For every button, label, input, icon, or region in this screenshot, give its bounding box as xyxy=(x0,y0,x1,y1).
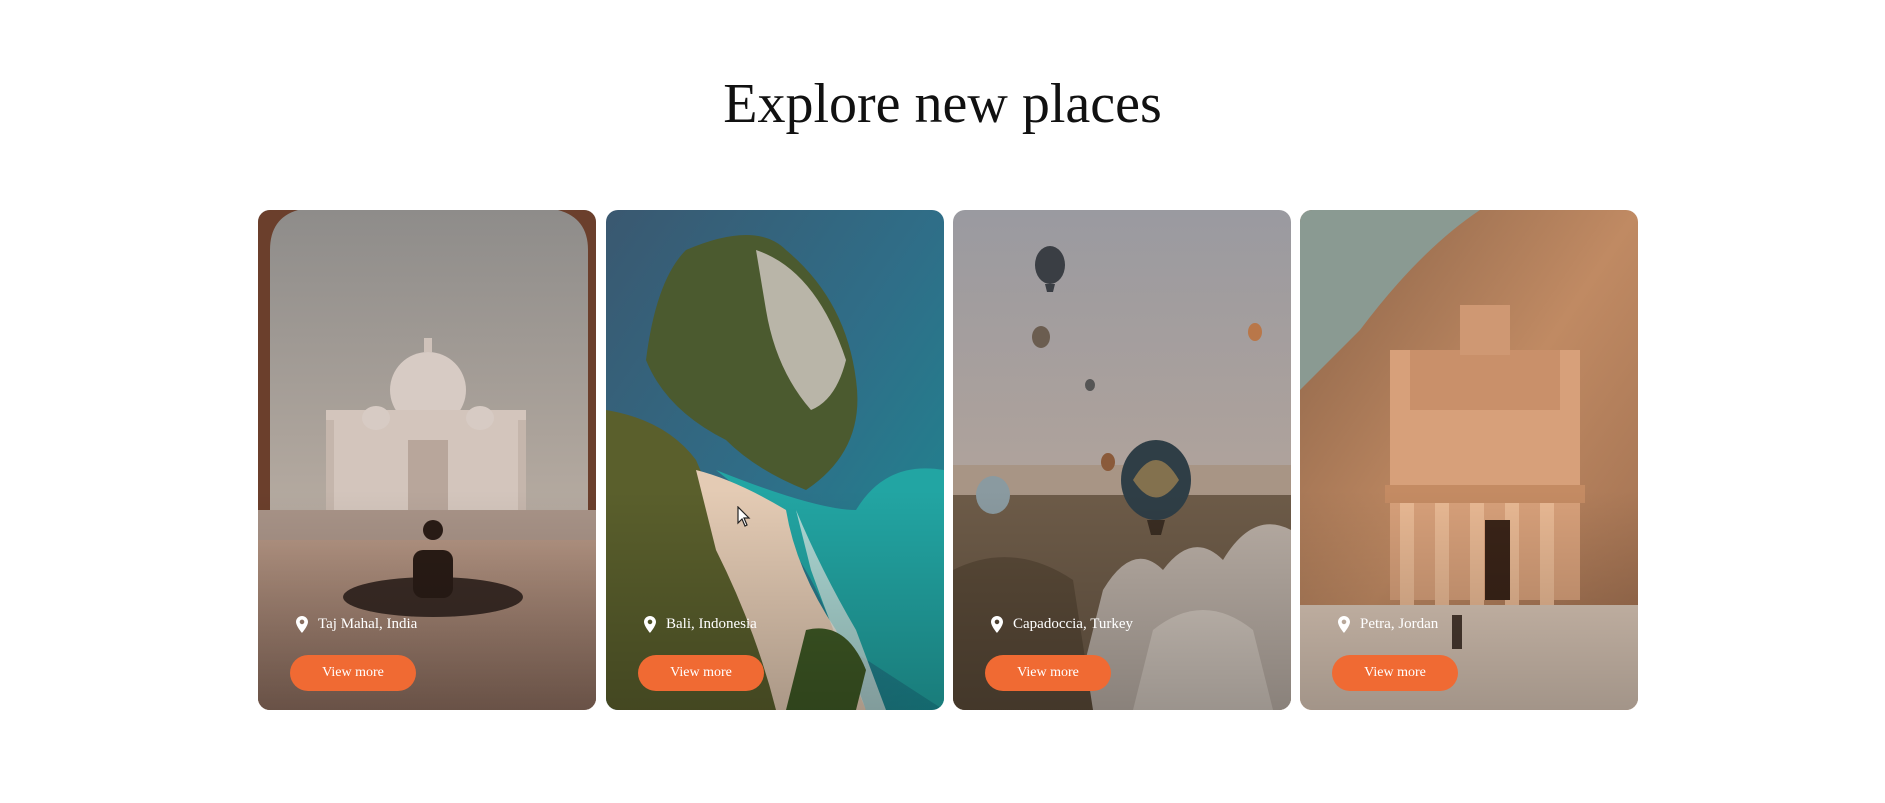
location-label: Petra, Jordan xyxy=(1338,616,1438,633)
map-pin-icon xyxy=(1338,616,1350,633)
location-label: Bali, Indonesia xyxy=(644,616,757,633)
destination-card-bali[interactable]: Bali, Indonesia View more xyxy=(606,210,944,710)
location-label: Taj Mahal, India xyxy=(296,616,417,633)
location-text: Bali, Indonesia xyxy=(666,616,757,632)
location-text: Petra, Jordan xyxy=(1360,616,1439,632)
view-more-button[interactable]: View more xyxy=(1332,655,1458,691)
view-more-button[interactable]: View more xyxy=(985,655,1111,691)
destination-card-taj-mahal[interactable]: Taj Mahal, India View more xyxy=(258,210,596,710)
map-pin-icon xyxy=(644,616,656,633)
mouse-cursor-icon xyxy=(737,506,751,527)
location-text: Taj Mahal, India xyxy=(318,616,418,632)
location-text: Capadoccia, Turkey xyxy=(1013,616,1133,632)
destination-card-capadoccia[interactable]: Capadoccia, Turkey View more xyxy=(953,210,1291,710)
map-pin-icon xyxy=(991,616,1003,633)
destination-card-petra[interactable]: Petra, Jordan View more xyxy=(1300,210,1638,710)
location-label: Capadoccia, Turkey xyxy=(991,616,1133,633)
section-title: Explore new places xyxy=(723,73,1162,135)
view-more-button[interactable]: View more xyxy=(290,655,416,691)
view-more-button[interactable]: View more xyxy=(638,655,764,691)
map-pin-icon xyxy=(296,616,308,633)
